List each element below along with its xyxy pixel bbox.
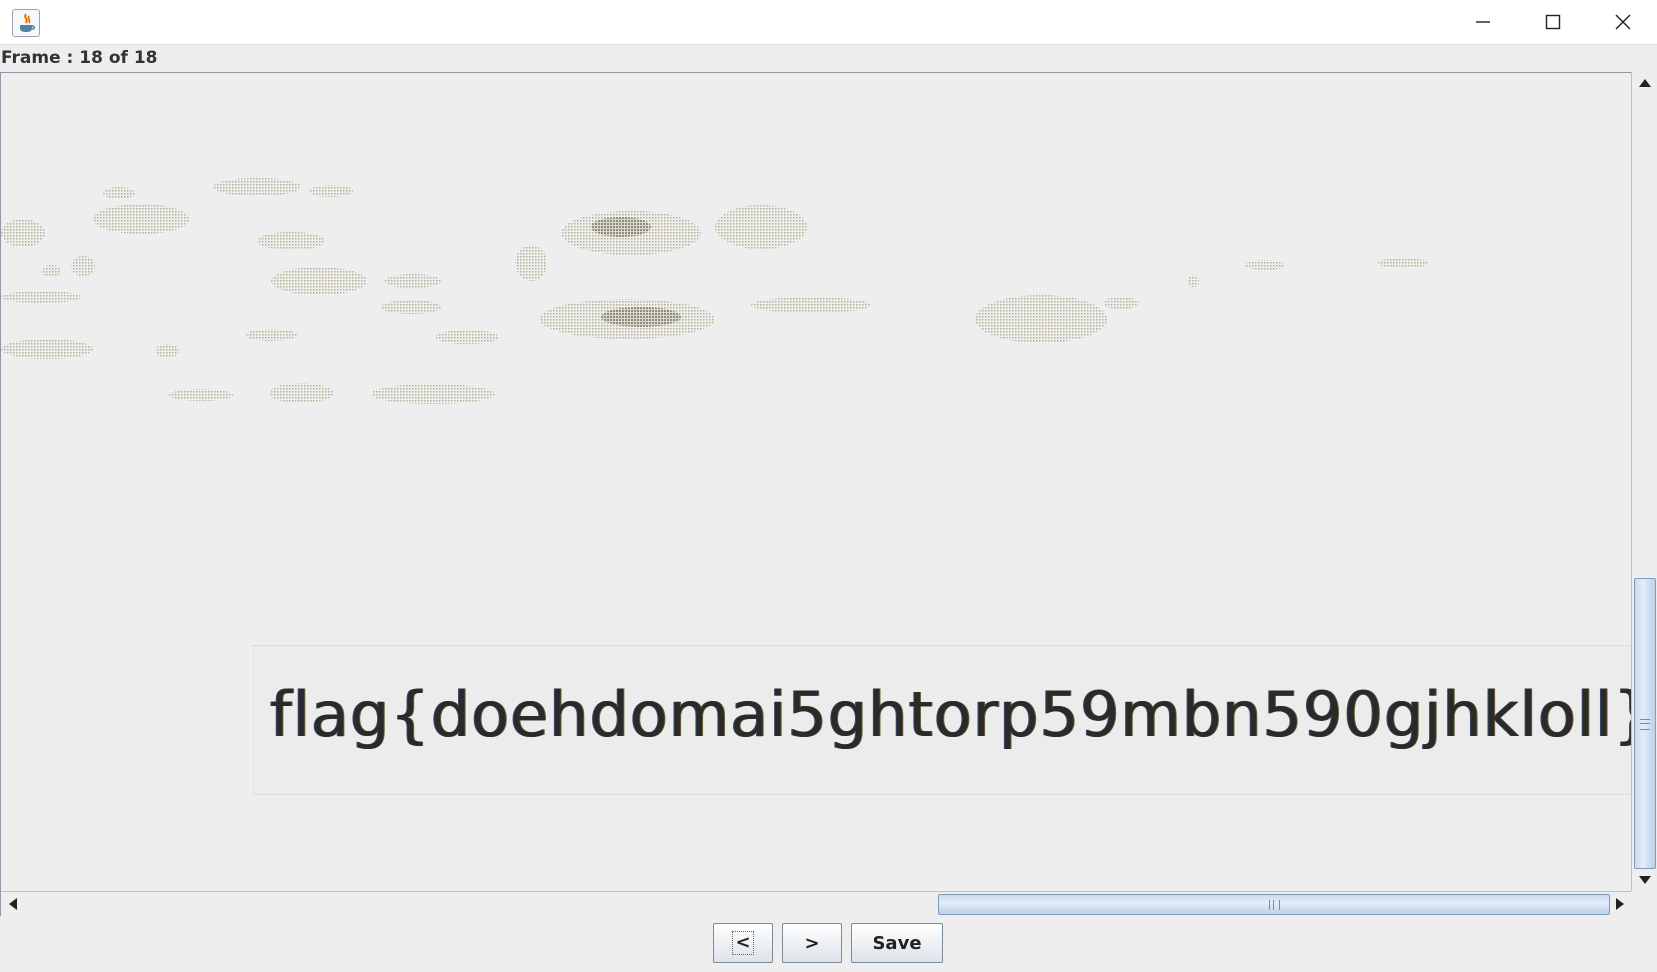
scroll-left-button[interactable]	[1, 892, 25, 916]
image-viewport: flag{doehdomai5ghtorp59mbn590gjhkloll}	[1, 73, 1632, 892]
flag-text: flag{doehdomai5ghtorp59mbn590gjhkloll}	[270, 678, 1632, 751]
scroll-up-arrow-icon	[1639, 79, 1651, 87]
scroll-down-arrow-icon	[1639, 876, 1651, 884]
scroll-left-arrow-icon	[9, 898, 17, 910]
navigation-button-bar: < > Save	[0, 915, 1657, 972]
maximize-button[interactable]	[1518, 0, 1588, 44]
scroll-down-button[interactable]	[1632, 867, 1657, 891]
scroll-right-arrow-icon	[1616, 898, 1624, 910]
frame-counter-label: Frame : 18 of 18	[1, 48, 158, 68]
close-icon	[1615, 14, 1631, 30]
save-button[interactable]: Save	[851, 923, 943, 963]
vertical-scroll-thumb[interactable]	[1634, 578, 1656, 869]
window-titlebar[interactable]	[0, 0, 1657, 45]
flag-text-region: flag{doehdomai5ghtorp59mbn590gjhkloll}	[253, 645, 1632, 795]
vertical-scrollbar[interactable]	[1631, 72, 1657, 891]
scroll-up-button[interactable]	[1632, 72, 1657, 96]
minimize-icon	[1476, 21, 1490, 23]
noise-artifacts	[1, 178, 1429, 404]
java-app-icon	[12, 9, 40, 37]
image-scroll-pane[interactable]: flag{doehdomai5ghtorp59mbn590gjhkloll}	[0, 72, 1632, 892]
horizontal-thumb-grip	[1269, 900, 1280, 910]
minimize-button[interactable]	[1448, 0, 1518, 44]
scroll-right-button[interactable]	[1608, 892, 1632, 916]
horizontal-scrollbar[interactable]	[0, 891, 1632, 916]
close-button[interactable]	[1588, 0, 1657, 44]
previous-frame-label: <	[732, 931, 754, 955]
previous-frame-button[interactable]: <	[713, 923, 773, 963]
scrollbar-corner	[1631, 891, 1657, 915]
maximize-icon	[1545, 14, 1561, 30]
vertical-thumb-grip	[1640, 719, 1650, 730]
next-frame-button[interactable]: >	[782, 923, 842, 963]
horizontal-scroll-thumb[interactable]	[938, 894, 1610, 915]
